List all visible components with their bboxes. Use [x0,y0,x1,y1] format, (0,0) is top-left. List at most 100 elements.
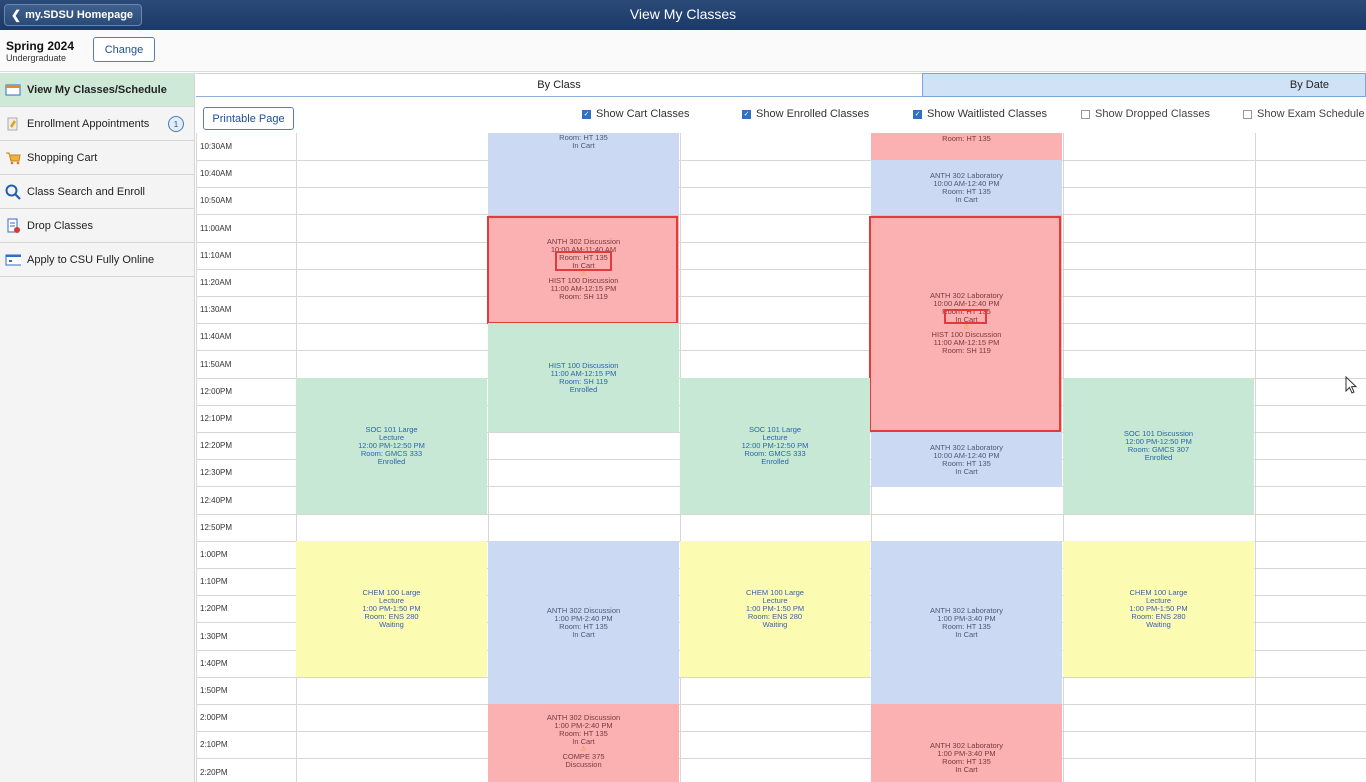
option-label: Show Exam Schedule [1257,108,1365,120]
sidebar-item-drop-classes[interactable]: Drop Classes [0,209,194,243]
block-line: In Cart [572,629,595,639]
class-block[interactable]: CHEM 100 Large Lecture 1:00 PM-1:50 PM R… [1063,541,1254,677]
class-block[interactable]: SOC 101 Large Lecture 12:00 PM-12:50 PM … [296,378,487,514]
sidebar-item-label: Drop Classes [27,219,94,232]
sidebar-item-label: Enrollment Appointments [27,117,150,130]
block-line: In Cart [955,765,978,774]
block-line: Enrolled [761,457,789,466]
block-line: Enrolled [377,457,406,466]
term-career: Undergraduate [6,53,67,63]
conflict-block[interactable]: ANTH 302 Laboratory 1:00 PM-3:40 PM Room… [871,704,1062,782]
class-block[interactable]: HIST 100 Discussion 11:00 AM-12:15 PM Ro… [488,323,679,432]
show-exam-schedule-checkbox[interactable]: Show Exam Schedule [1243,107,1365,121]
class-block[interactable]: ANTH 302 Laboratory 1:00 PM-3:40 PM Room… [871,541,1062,704]
block-line: Discussion [565,760,602,769]
tab-by-date[interactable]: By Date [922,73,1366,97]
class-block[interactable]: SOC 101 Large Lecture 12:00 PM-12:50 PM … [680,378,870,514]
grid-row-line [196,242,1366,243]
time-label: 10:30AM [200,142,233,151]
block-line: Enrolled [569,384,598,394]
time-label: 1:50PM [200,686,228,695]
time-label: 2:00PM [200,713,228,722]
class-block[interactable]: ANTH 302 Discussion 1:00 PM-2:40 PM Room… [488,541,679,704]
sidebar: View My Classes/Schedule Enrollment Appo… [0,73,195,782]
class-block[interactable]: ANTH 302 Laboratory 10:00 AM-12:40 PM Ro… [871,432,1062,487]
time-label: 12:10PM [200,414,233,423]
grid-column-line [196,133,197,782]
class-block[interactable]: Room: HT 135 [871,133,1062,160]
time-label: 11:00AM [200,224,232,233]
time-label: 12:30PM [200,468,233,477]
time-label: 11:40AM [200,332,232,341]
term-name: Spring 2024 [6,39,75,53]
grid-row-line [196,677,1366,678]
sidebar-item-label: View My Classes/Schedule [27,83,167,96]
block-line: In Cart [572,737,595,746]
option-label: Show Dropped Classes [1095,108,1210,120]
block-line: In Cart [955,194,978,204]
show-waitlisted-classes-checkbox[interactable]: ✓ Show Waitlisted Classes [913,107,1047,121]
sidebar-item-shopping-cart[interactable]: Shopping Cart [0,141,194,175]
sidebar-item-apply-csu-online[interactable]: Apply to CSU Fully Online [0,243,194,277]
block-line: Waiting [379,620,404,629]
sidebar-item-label: Class Search and Enroll [27,185,146,198]
in-cart-highlight [555,251,612,271]
top-bar: ❮ my.SDSU Homepage View My Classes [0,0,1366,30]
option-label: Show Enrolled Classes [756,108,870,120]
checkbox-checked-icon: ✓ [913,109,922,119]
block-line: Waiting [762,620,788,629]
time-label: 11:20AM [200,278,232,287]
page-title: View My Classes [629,6,737,22]
class-block[interactable]: SOC 101 Discussion 12:00 PM-12:50 PM Roo… [1063,378,1254,514]
schedule-grid: Room: HT 135 In Cart ANTH 302 Discussion… [196,133,1366,782]
show-enrolled-classes-checkbox[interactable]: ✓ Show Enrolled Classes [742,107,869,121]
time-label: 1:00PM [200,550,228,559]
checkbox-checked-icon: ✓ [582,109,591,119]
class-block[interactable]: Room: HT 135 In Cart [488,133,679,215]
option-label: Show Cart Classes [596,108,690,120]
time-label: 2:20PM [200,768,228,777]
grid-row-line [196,187,1366,188]
grid-row-line [196,704,1366,705]
sidebar-item-label: Apply to CSU Fully Online [27,253,155,266]
time-label: 2:10PM [200,740,228,749]
appointment-icon [5,117,21,131]
block-line: Waiting [1146,620,1171,629]
sidebar-item-enrollment-appointments[interactable]: Enrollment Appointments 1 [0,107,194,141]
block-line: In Cart [572,141,595,150]
grid-row-line [196,758,1366,759]
conflict-block[interactable]: ANTH 302 Discussion 1:00 PM-2:40 PM Room… [488,704,679,782]
time-label: 11:50AM [200,360,232,369]
sidebar-item-label: Shopping Cart [27,151,98,164]
time-label: 1:30PM [200,632,228,641]
show-dropped-classes-checkbox[interactable]: Show Dropped Classes [1081,107,1210,121]
grid-row-line [196,214,1366,215]
time-label: 12:20PM [200,441,233,450]
grid-row-line [196,514,1366,515]
term-info: Spring 2024 Undergraduate [6,39,74,63]
grid-row-line [196,160,1366,161]
block-line: Room: HT 135 [942,134,991,143]
checkbox-unchecked-icon [1243,109,1252,119]
window-icon [5,253,21,267]
mouse-cursor-icon [1345,376,1358,394]
class-block[interactable]: CHEM 100 Large Lecture 1:00 PM-1:50 PM R… [680,541,870,677]
time-label: 12:50PM [200,523,233,532]
block-line: Enrolled [1144,453,1173,462]
show-cart-classes-checkbox[interactable]: ✓ Show Cart Classes [582,107,690,121]
grid-column-line [1255,133,1256,782]
appointment-count-badge: 1 [168,116,184,132]
time-label: 11:30AM [200,305,232,314]
cart-icon [5,151,21,165]
printable-page-button[interactable]: Printable Page [203,107,294,130]
sidebar-item-view-my-classes[interactable]: View My Classes/Schedule [0,73,194,107]
grid-row-line [196,323,1366,324]
in-cart-highlight [944,309,987,324]
tab-by-class[interactable]: By Class [196,73,922,97]
sidebar-item-class-search[interactable]: Class Search and Enroll [0,175,194,209]
term-row: Spring 2024 Undergraduate Change [0,30,1366,72]
calendar-icon [5,83,21,97]
class-block[interactable]: CHEM 100 Large Lecture 1:00 PM-1:50 PM R… [296,541,487,677]
class-block[interactable]: ANTH 302 Laboratory 10:00 AM-12:40 PM Ro… [871,160,1062,215]
change-term-button[interactable]: Change [93,37,155,62]
